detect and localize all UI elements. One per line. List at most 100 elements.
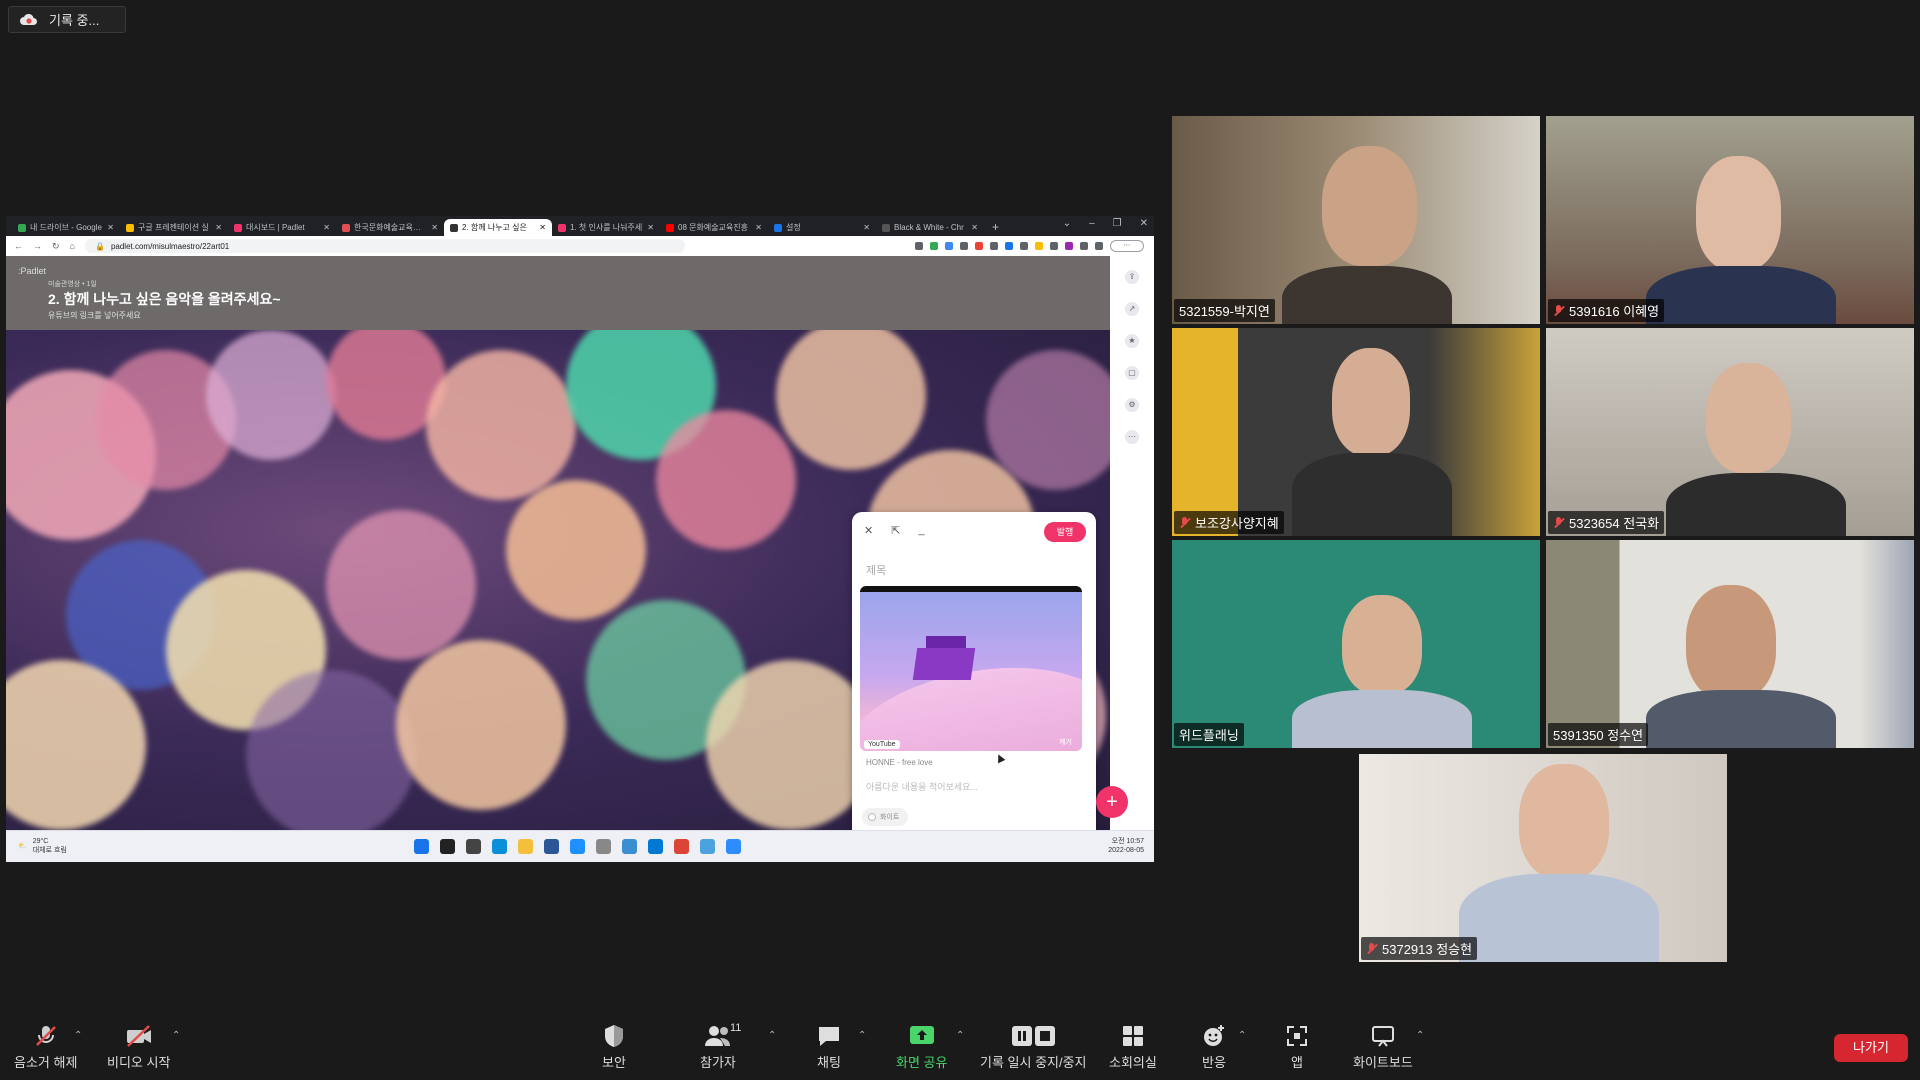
- recording-badge[interactable]: 기록 중...: [8, 6, 126, 33]
- whiteboard-chevron-icon[interactable]: ⌃: [1416, 1030, 1424, 1041]
- security-button[interactable]: 보안: [600, 1024, 628, 1071]
- tab-close-icon[interactable]: ✕: [755, 223, 762, 232]
- app-icon[interactable]: [622, 839, 637, 854]
- forward-icon[interactable]: →: [33, 241, 42, 251]
- browser-tab-settings[interactable]: 설정 ✕: [768, 219, 876, 236]
- back-icon[interactable]: ←: [14, 241, 23, 251]
- zoom-icon[interactable]: [726, 839, 741, 854]
- gear-icon[interactable]: ⚙: [1125, 398, 1139, 412]
- tab-close-icon[interactable]: ✕: [539, 223, 546, 232]
- tab-search-icon[interactable]: ⌄: [1063, 218, 1071, 229]
- post-title-input[interactable]: 제목: [866, 562, 886, 578]
- task-view-icon[interactable]: [466, 839, 481, 854]
- post-color-picker[interactable]: 화이트: [862, 808, 908, 826]
- unmute-button[interactable]: 음소거 해제: [14, 1024, 77, 1071]
- apps-button[interactable]: 앱: [1283, 1024, 1311, 1071]
- video-options-chevron-icon[interactable]: ⌃: [172, 1030, 180, 1041]
- chrome-icon[interactable]: [674, 839, 689, 854]
- start-video-button[interactable]: 비디오 시작: [107, 1024, 170, 1071]
- more-icon[interactable]: ⋯: [1125, 430, 1139, 444]
- extension-icon[interactable]: [945, 242, 953, 250]
- chat-button[interactable]: 채팅: [815, 1024, 843, 1071]
- notepad-icon[interactable]: [700, 839, 715, 854]
- tab-close-icon[interactable]: ✕: [215, 223, 222, 232]
- leave-button[interactable]: 나가기: [1834, 1034, 1908, 1062]
- pause-stop-recording-button[interactable]: 기록 일시 중지/중지: [980, 1024, 1087, 1071]
- browser-tab-arte[interactable]: 한국문화예술교육진흥 ✕: [336, 219, 444, 236]
- extension-icon[interactable]: [1035, 242, 1043, 250]
- search-icon[interactable]: [440, 839, 455, 854]
- chat-chevron-icon[interactable]: ⌃: [858, 1030, 866, 1041]
- participant-tile[interactable]: 5391616 이혜영: [1546, 116, 1914, 324]
- extension-icon[interactable]: [990, 242, 998, 250]
- participant-tile-active[interactable]: 위드플래닝: [1172, 540, 1540, 748]
- whiteboard-button[interactable]: 화이트보드: [1353, 1024, 1413, 1071]
- app-icon[interactable]: [648, 839, 663, 854]
- browser-tab-padlet-dashboard[interactable]: 대시보드 | Padlet ✕: [228, 219, 336, 236]
- edge-icon[interactable]: [492, 839, 507, 854]
- folder-icon[interactable]: [518, 839, 533, 854]
- app-icon[interactable]: [570, 839, 585, 854]
- tab-close-icon[interactable]: ✕: [863, 223, 870, 232]
- share-chevron-icon[interactable]: ⌃: [956, 1030, 964, 1041]
- share-screen-button[interactable]: 화면 공유: [896, 1024, 947, 1071]
- tab-close-icon[interactable]: ✕: [323, 223, 330, 232]
- minimize-icon[interactable]: –: [1089, 218, 1095, 229]
- extension-icon[interactable]: [1050, 242, 1058, 250]
- browser-tab-drive[interactable]: 내 드라이브 - Google ✕: [12, 219, 120, 236]
- participant-tile[interactable]: 보조강사양지혜: [1172, 328, 1540, 536]
- close-icon[interactable]: ✕: [1140, 218, 1148, 229]
- sidebar-icon[interactable]: [1095, 242, 1103, 250]
- padlet-logo[interactable]: :Padlet: [18, 266, 46, 276]
- audio-options-chevron-icon[interactable]: ⌃: [74, 1030, 82, 1041]
- taskbar-clock[interactable]: 오전 10:57 2022-08-05: [1108, 837, 1144, 855]
- post-body-input[interactable]: 아름다운 내용을 적어보세요...: [866, 780, 978, 793]
- expand-icon[interactable]: ⇱: [891, 524, 900, 537]
- browser-tab-youtube[interactable]: 08 문화예술교육진흥 ✕: [660, 219, 768, 236]
- extension-icon[interactable]: [1065, 242, 1073, 250]
- extension-icon[interactable]: [975, 242, 983, 250]
- store-icon[interactable]: [544, 839, 559, 854]
- extension-icon[interactable]: [1005, 242, 1013, 250]
- tab-close-icon[interactable]: ✕: [431, 223, 438, 232]
- restore-icon[interactable]: ❐: [1113, 218, 1122, 229]
- add-post-button[interactable]: +: [1096, 786, 1128, 818]
- slideshow-icon[interactable]: ▢: [1125, 366, 1139, 380]
- participant-tile[interactable]: 5391350 정수연: [1546, 540, 1914, 748]
- puzzle-icon[interactable]: [1080, 242, 1088, 250]
- tab-close-icon[interactable]: ✕: [647, 223, 654, 232]
- remix-icon[interactable]: ↗: [1125, 302, 1139, 316]
- youtube-thumbnail[interactable]: YouTube 제거: [860, 586, 1082, 751]
- participants-button[interactable]: 11 참가자: [700, 1022, 741, 1071]
- new-tab-button[interactable]: +: [984, 219, 1007, 236]
- extension-icon[interactable]: [930, 242, 938, 250]
- address-bar[interactable]: 🔒 padlet.com/misulmaestro/22art01: [84, 239, 685, 253]
- minimize-icon[interactable]: _: [918, 524, 924, 537]
- reactions-chevron-icon[interactable]: ⌃: [1238, 1030, 1246, 1041]
- tab-close-icon[interactable]: ✕: [107, 223, 114, 232]
- participant-tile[interactable]: 5321559-박지연: [1172, 116, 1540, 324]
- reactions-button[interactable]: 반응: [1200, 1024, 1228, 1071]
- participant-tile[interactable]: 5323654 전국화: [1546, 328, 1914, 536]
- home-icon[interactable]: ⌂: [70, 241, 75, 251]
- browser-tab-padlet-intro[interactable]: 1. 첫 인사를 나눠주세 ✕: [552, 219, 660, 236]
- weather-widget[interactable]: ⛅ 29°C 대체로 흐림: [18, 837, 67, 855]
- settings-icon[interactable]: [596, 839, 611, 854]
- tab-close-icon[interactable]: ✕: [971, 223, 978, 232]
- participants-chevron-icon[interactable]: ⌃: [768, 1030, 776, 1041]
- extension-icon[interactable]: [1020, 242, 1028, 250]
- remove-attachment-button[interactable]: 제거: [1059, 737, 1072, 747]
- share-icon[interactable]: ⇪: [1125, 270, 1139, 284]
- browser-tab-theme[interactable]: Black & White - Chr ✕: [876, 219, 984, 236]
- extension-icon[interactable]: [915, 242, 923, 250]
- browser-tab-slides[interactable]: 구글 프레젠테이션 실 ✕: [120, 219, 228, 236]
- publish-button[interactable]: 발행: [1044, 522, 1086, 542]
- close-icon[interactable]: ✕: [864, 524, 873, 537]
- browser-tab-padlet-music[interactable]: 2. 함께 나누고 싶은 ✕: [444, 219, 552, 236]
- participant-tile[interactable]: 5372913 정승현: [1359, 754, 1727, 962]
- start-icon[interactable]: [414, 839, 429, 854]
- star-icon[interactable]: ★: [1125, 334, 1139, 348]
- extension-icon[interactable]: [960, 242, 968, 250]
- breakout-rooms-button[interactable]: 소회의실: [1109, 1024, 1157, 1071]
- reload-icon[interactable]: ↻: [52, 241, 60, 252]
